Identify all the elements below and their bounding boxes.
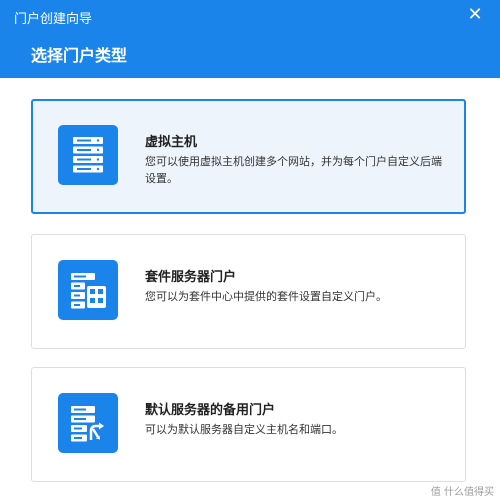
portal-creation-wizard: 门户创建向导 ✕ 选择门户类型 虚拟主机 您可以使用虚拟主机创建多个网站，并为每… <box>0 0 500 502</box>
server-stack-icon <box>58 125 118 185</box>
option-title: 默认服务器的备用门户 <box>145 403 276 418</box>
option-description: 您可以为套件中心中提供的套件设置自定义门户。 <box>145 290 387 303</box>
option-title: 虚拟主机 <box>145 135 198 150</box>
wizard-header: 门户创建向导 ✕ 选择门户类型 <box>0 0 500 78</box>
option-description: 可以为默认服务器自定义主机名和端口。 <box>145 423 343 436</box>
step-title: 选择门户类型 <box>31 46 128 65</box>
option-title: 套件服务器门户 <box>145 270 237 285</box>
window-title: 门户创建向导 <box>14 12 93 27</box>
server-package-icon <box>58 260 118 320</box>
option-default-server-alt-portal[interactable]: 默认服务器的备用门户 可以为默认服务器自定义主机名和端口。 <box>31 367 466 482</box>
watermark: 值 什么值得买 <box>430 487 494 498</box>
server-redirect-icon <box>58 393 118 453</box>
option-description: 您可以使用虚拟主机创建多个网站，并为每个门户自定义后端设置。 <box>145 155 442 185</box>
close-icon[interactable]: ✕ <box>464 4 486 26</box>
option-virtual-host[interactable]: 虚拟主机 您可以使用虚拟主机创建多个网站，并为每个门户自定义后端设置。 <box>31 99 466 214</box>
option-package-server-portal[interactable]: 套件服务器门户 您可以为套件中心中提供的套件设置自定义门户。 <box>31 234 466 349</box>
